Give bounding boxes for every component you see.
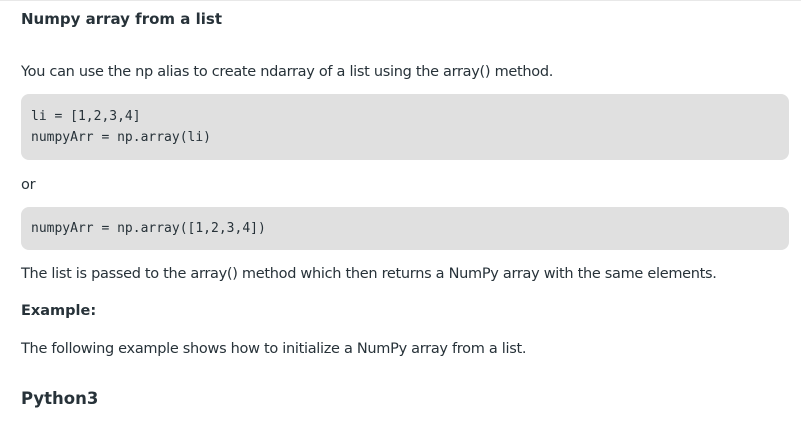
example-heading: Example:	[21, 303, 97, 319]
section-title: Numpy array from a list	[21, 10, 222, 28]
code-line: li = [1,2,3,4]	[31, 109, 141, 124]
code-line: numpyArr = np.array(li)	[31, 130, 212, 145]
intro-paragraph: You can use the np alias to create ndarr…	[21, 64, 554, 80]
code-block-inline[interactable]: numpyArr = np.array([1,2,3,4])	[21, 207, 789, 250]
top-divider	[0, 0, 801, 1]
or-text: or	[21, 177, 36, 193]
code-line: numpyArr = np.array([1,2,3,4])	[31, 221, 266, 236]
example-paragraph: The following example shows how to initi…	[21, 341, 527, 357]
language-heading: Python3	[21, 389, 99, 408]
code-block-list[interactable]: li = [1,2,3,4] numpyArr = np.array(li)	[21, 94, 789, 160]
explanation-paragraph: The list is passed to the array() method…	[21, 266, 717, 282]
